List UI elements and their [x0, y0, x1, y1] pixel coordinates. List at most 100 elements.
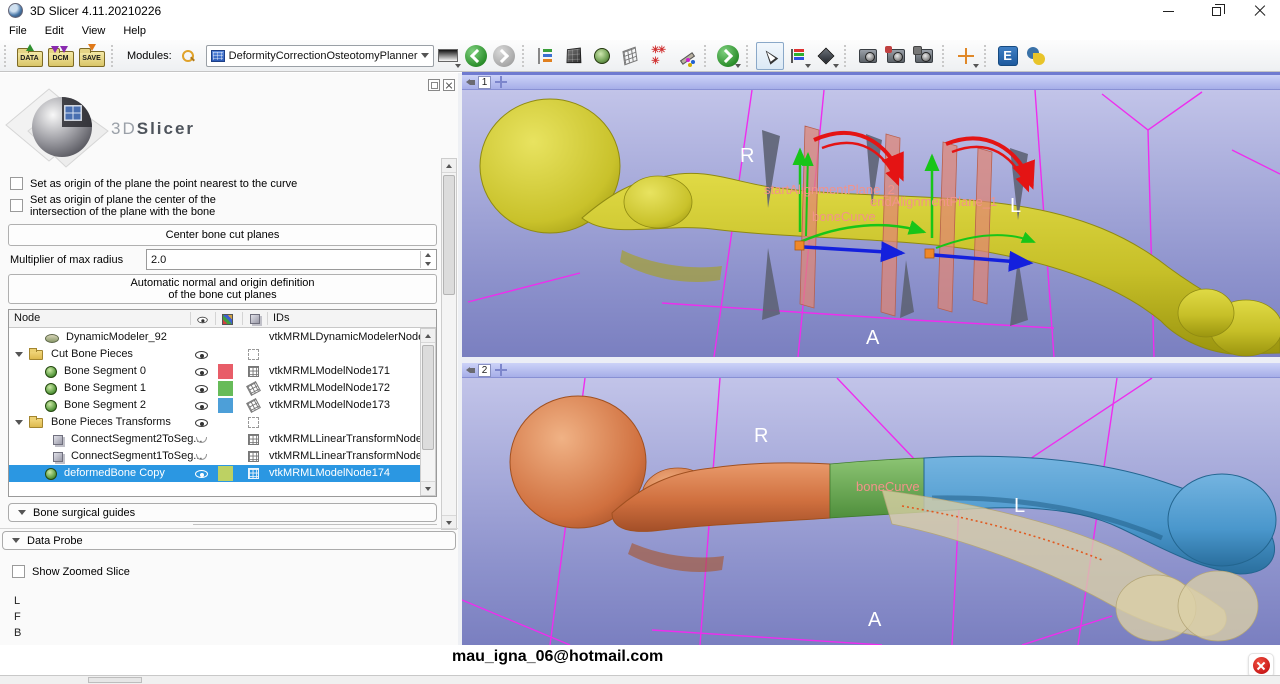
color-bars-icon — [791, 49, 805, 63]
cube-view-button[interactable] — [560, 42, 588, 70]
transform-grid-icon[interactable] — [246, 398, 261, 413]
origin-center-label-line1: Set as origin of plane the center of the — [30, 194, 216, 206]
visibility-eye-icon[interactable] — [195, 351, 208, 359]
annotation-pen-button[interactable] — [672, 42, 700, 70]
view1-3d[interactable]: startAlignmentPlane_2 endAlignmentPlane_… — [462, 90, 1280, 357]
table-row-connectsegment1[interactable]: ConnectSegment1ToSeg... vtkMRMLLinearTra… — [9, 448, 420, 465]
load-dicom-button[interactable]: DCM — [45, 42, 76, 70]
module-forward-button[interactable] — [490, 42, 518, 70]
spinbox-arrows[interactable] — [420, 251, 435, 268]
view-controller-icon[interactable] — [495, 76, 507, 88]
transform-grid-icon[interactable] — [248, 434, 259, 445]
module-panel-scrollbar[interactable] — [441, 158, 457, 530]
scene-view-restore-button[interactable] — [910, 42, 938, 70]
menu-edit[interactable]: Edit — [36, 22, 73, 40]
view-controller-icon[interactable] — [495, 364, 507, 376]
view1-header[interactable]: 1 — [462, 75, 1280, 90]
restore-button[interactable] — [1196, 0, 1236, 22]
expander-icon[interactable] — [15, 420, 23, 425]
scroll-up-arrow[interactable] — [442, 159, 456, 173]
load-data-button[interactable]: DATA — [14, 42, 45, 70]
screenshot-button[interactable] — [854, 42, 882, 70]
visibility-eye-icon[interactable] — [195, 419, 208, 427]
table-row-deformedbone-copy-selected[interactable]: deformedBone Copy vtkMRMLModelNode174 — [9, 465, 420, 482]
transform-placeholder-icon[interactable] — [248, 417, 259, 428]
color-swatch[interactable] — [218, 381, 233, 396]
scroll-up-arrow[interactable] — [421, 329, 435, 343]
pin-icon[interactable] — [466, 367, 475, 374]
module-search-button[interactable] — [176, 42, 200, 70]
layout-selector-button[interactable] — [434, 42, 462, 70]
table-row-bone-segment-1[interactable]: Bone Segment 1 vtkMRMLModelNode172 — [9, 380, 420, 397]
auto-normal-origin-button[interactable]: Automatic normal and origin definition o… — [8, 274, 437, 304]
transform-grid-icon[interactable] — [246, 381, 261, 396]
extensions-manager-button[interactable] — [994, 42, 1022, 70]
scene-view-capture-button[interactable] — [882, 42, 910, 70]
green-sphere-icon — [594, 48, 610, 64]
visibility-closed-eye-icon[interactable] — [196, 437, 207, 443]
visibility-closed-eye-icon[interactable] — [196, 454, 207, 460]
scroll-down-arrow[interactable] — [421, 481, 435, 495]
visibility-eye-icon[interactable] — [195, 385, 208, 393]
tree-header[interactable]: Node IDs — [9, 310, 436, 328]
table-row-bone-pieces-transforms[interactable]: Bone Pieces Transforms — [9, 414, 420, 431]
status-segment — [88, 677, 142, 683]
python-console-button[interactable] — [1022, 42, 1050, 70]
table-row-bone-segment-2[interactable]: Bone Segment 2 vtkMRMLModelNode173 — [9, 397, 420, 414]
go-to-module-button[interactable] — [714, 42, 742, 70]
save-button[interactable]: SAVE — [76, 42, 107, 70]
origin-center-checkbox[interactable] — [10, 199, 23, 212]
panel-undock-button[interactable] — [428, 79, 440, 91]
color-swatch[interactable] — [218, 398, 233, 413]
diamond-tool-button[interactable] — [812, 42, 840, 70]
panel-splitter[interactable] — [0, 528, 458, 529]
menu-view[interactable]: View — [73, 22, 115, 40]
tree-scrollbar[interactable] — [420, 328, 436, 496]
subject-hierarchy-tree: Node IDs DynamicModeler_92 vtkMRMLDynami… — [8, 309, 437, 497]
origin-nearest-checkbox[interactable] — [10, 177, 23, 190]
data-probe-section[interactable]: Data Probe — [2, 531, 456, 550]
scroll-down-arrow[interactable] — [442, 515, 456, 529]
visibility-eye-icon[interactable] — [195, 470, 208, 478]
module-selector-dropdown[interactable]: DeformityCorrectionOsteotomyPlanner — [206, 45, 434, 67]
view2-3d[interactable]: boneCurve R L A — [462, 378, 1280, 645]
menu-help[interactable]: Help — [114, 22, 155, 40]
mesh-view-button[interactable] — [616, 42, 644, 70]
bone-surgical-guides-section[interactable]: Bone surgical guides — [8, 503, 437, 522]
pin-icon[interactable] — [466, 79, 475, 86]
markups-button[interactable] — [644, 42, 672, 70]
chevron-down-icon — [833, 64, 839, 68]
table-row-connectsegment2[interactable]: ConnectSegment2ToSeg... vtkMRMLLinearTra… — [9, 431, 420, 448]
module-back-button[interactable] — [462, 42, 490, 70]
transform-grid-icon[interactable] — [248, 468, 259, 479]
view1-scene: startAlignmentPlane_2 endAlignmentPlane_… — [462, 90, 1280, 357]
visibility-eye-icon[interactable] — [195, 368, 208, 376]
sphere-view-button[interactable] — [588, 42, 616, 70]
transform-grid-icon[interactable] — [248, 366, 259, 377]
scrollbar-thumb[interactable] — [422, 345, 434, 450]
show-zoomed-slice-checkbox[interactable] — [12, 565, 25, 578]
transform-grid-icon[interactable] — [248, 451, 259, 462]
close-button[interactable] — [1240, 0, 1280, 22]
table-row-dynamicmodeler[interactable]: DynamicModeler_92 vtkMRMLDynamicModelerN… — [9, 329, 420, 346]
menu-file[interactable]: File — [0, 22, 36, 40]
minimize-button[interactable] — [1148, 0, 1188, 22]
crosshair-button[interactable] — [952, 42, 980, 70]
multiplier-spinbox[interactable]: 2.0 — [146, 249, 437, 270]
expander-icon[interactable] — [15, 352, 23, 357]
color-legend-button[interactable] — [784, 42, 812, 70]
toolbar-handle — [704, 45, 711, 67]
center-bone-cut-planes-button[interactable]: Center bone cut planes — [8, 224, 437, 246]
view-layout-button[interactable] — [532, 42, 560, 70]
mouse-interaction-button[interactable] — [756, 42, 784, 70]
search-icon — [181, 49, 195, 63]
view2-header[interactable]: 2 — [462, 363, 1280, 378]
color-swatch[interactable] — [218, 364, 233, 379]
table-row-bone-segment-0[interactable]: Bone Segment 0 vtkMRMLModelNode171 — [9, 363, 420, 380]
table-row-cut-bone-pieces[interactable]: Cut Bone Pieces — [9, 346, 420, 363]
panel-close-button[interactable] — [443, 79, 455, 91]
visibility-eye-icon[interactable] — [195, 402, 208, 410]
scrollbar-thumb[interactable] — [443, 175, 455, 295]
transform-placeholder-icon[interactable] — [248, 349, 259, 360]
color-swatch[interactable] — [218, 466, 233, 481]
